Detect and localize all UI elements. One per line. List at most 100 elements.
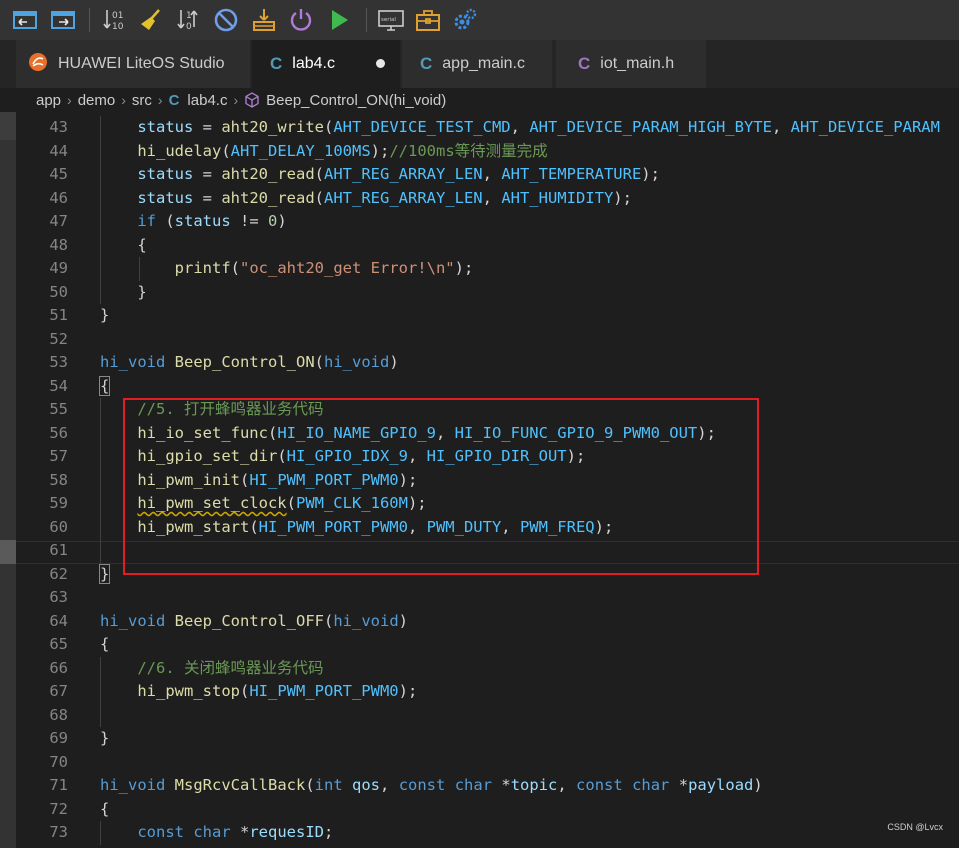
code-line: 63: [16, 586, 959, 610]
tab-iot-main-h[interactable]: C iot_main.h: [556, 40, 706, 88]
line-number: 54: [49, 376, 68, 395]
editor-tabbar: HUAWEI LiteOS Studio C lab4.c C app_main…: [0, 40, 959, 88]
breadcrumb-item-app[interactable]: app: [36, 92, 61, 109]
c-file-icon: C: [420, 54, 433, 73]
tab-label: lab4.c: [292, 55, 335, 72]
tab-huawei-liteos-studio[interactable]: HUAWEI LiteOS Studio: [16, 40, 250, 88]
toolbar-separator: [366, 8, 367, 32]
sort-label-bottom: 10: [112, 22, 124, 32]
tab-label: app_main.c: [442, 55, 525, 72]
stop-ban-icon[interactable]: [213, 7, 239, 33]
unsaved-dot-icon[interactable]: [376, 59, 385, 68]
breadcrumb-item-src[interactable]: src: [132, 92, 152, 109]
chevron-right-icon: ›: [233, 92, 239, 108]
sort-swap-icon[interactable]: 10: [176, 7, 202, 33]
serial-label: serial: [381, 17, 396, 23]
code-line: 68: [16, 703, 959, 727]
line-number: 63: [49, 588, 68, 606]
window-restore-icon[interactable]: [12, 7, 38, 33]
svg-text:1: 1: [186, 11, 192, 21]
download-tray-icon[interactable]: [251, 7, 277, 33]
line-number: 67: [49, 682, 68, 700]
tab-label: HUAWEI LiteOS Studio: [58, 55, 225, 72]
toolbar-separator: [89, 8, 90, 32]
line-number: 57: [49, 447, 68, 465]
tab-lab4-c[interactable]: C lab4.c: [252, 40, 400, 88]
line-number: 69: [49, 729, 68, 747]
line-number: 51: [49, 306, 68, 324]
power-icon[interactable]: [288, 7, 314, 33]
method-cube-icon: [244, 92, 260, 108]
code-line: 52: [16, 328, 959, 352]
code-line: 70: [16, 751, 959, 775]
code-line: 71 hi_void MsgRcvCallBack(int qos, const …: [16, 774, 959, 798]
line-number: 66: [49, 658, 68, 677]
tab-label: iot_main.h: [600, 55, 675, 72]
line-number: 43: [49, 118, 68, 136]
line-number: 58: [49, 470, 68, 489]
breadcrumb-item-demo[interactable]: demo: [78, 92, 116, 109]
c-file-icon: C: [168, 91, 180, 109]
code-line: 65{: [16, 633, 959, 657]
line-number: 45: [49, 165, 68, 183]
c-file-icon: C: [270, 54, 283, 73]
code-line: 50 }: [16, 280, 959, 304]
toolbar: 01 10 10 serial: [0, 0, 959, 40]
line-number: 56: [49, 423, 68, 442]
code-line: 48 {: [16, 233, 959, 257]
line-number: 44: [49, 141, 68, 160]
chevron-right-icon: ›: [157, 92, 163, 108]
clean-broom-icon[interactable]: [139, 7, 165, 33]
chevron-right-icon: ›: [67, 92, 72, 108]
line-number: 47: [49, 212, 68, 230]
code-line: 46 status = aht20_read(AHT_REG_ARRAY_LEN…: [16, 186, 959, 210]
chevron-right-icon: ›: [121, 92, 126, 108]
code-line: 49 printf("oc_aht20_get Error!\n");: [16, 257, 959, 281]
watermark: CSDN @Lvcx: [887, 822, 943, 832]
code-line: 73 const char *requesID;: [16, 821, 959, 845]
tab-app-main-c[interactable]: C app_main.c: [402, 40, 552, 88]
line-number: 61: [49, 541, 68, 559]
line-number: 46: [49, 188, 68, 207]
run-play-icon[interactable]: [326, 7, 352, 33]
current-line-marker: [0, 540, 16, 564]
toolbox-icon[interactable]: [415, 7, 441, 33]
line-number: 52: [49, 329, 68, 348]
breadcrumb-item-file[interactable]: lab4.c: [187, 92, 227, 109]
code-line: 53 hi_void Beep_Control_ON(hi_void): [16, 351, 959, 375]
serial-monitor-icon[interactable]: serial: [378, 7, 404, 33]
line-number: 68: [49, 705, 68, 724]
window-export-icon[interactable]: [50, 7, 76, 33]
line-number: 65: [49, 635, 68, 653]
settings-gears-icon[interactable]: [452, 7, 478, 33]
line-number: 48: [49, 235, 68, 254]
code-line: 47 if (status != 0): [16, 210, 959, 234]
svg-text:0: 0: [186, 22, 192, 32]
sort-label-top: 01: [112, 11, 123, 21]
scroll-marker: [0, 112, 16, 140]
code-line: 66 //6. 关闭蜂鸣器业务代码: [16, 656, 959, 680]
line-number: 49: [49, 259, 68, 277]
line-number: 73: [49, 823, 68, 841]
code-line: 45 status = aht20_read(AHT_REG_ARRAY_LEN…: [16, 163, 959, 187]
liteos-logo-icon: [28, 52, 48, 77]
line-number: 62: [49, 564, 68, 583]
highlight-annotation-box: [123, 398, 759, 575]
code-line: 67 hi_pwm_stop(HI_PWM_PORT_PWM0);: [16, 680, 959, 704]
line-number: 53: [49, 353, 68, 371]
line-number: 71: [49, 776, 68, 794]
code-line: 54{: [16, 375, 959, 399]
line-number: 55: [49, 400, 68, 418]
code-line: 64 hi_void Beep_Control_OFF(hi_void): [16, 610, 959, 634]
editor-left-margin: [0, 112, 16, 848]
breadcrumb-item-symbol[interactable]: Beep_Control_ON(hi_void): [266, 92, 446, 109]
breadcrumb: app › demo › src › C lab4.c › Beep_Contr…: [0, 88, 959, 112]
line-number: 59: [49, 494, 68, 512]
line-number: 72: [49, 799, 68, 818]
code-line: 72{: [16, 798, 959, 822]
line-number: 70: [49, 752, 68, 771]
sort-01-10-icon[interactable]: 01 10: [102, 7, 128, 33]
line-number: 64: [49, 611, 68, 630]
line-number: 50: [49, 282, 68, 301]
code-line: 69}: [16, 727, 959, 751]
